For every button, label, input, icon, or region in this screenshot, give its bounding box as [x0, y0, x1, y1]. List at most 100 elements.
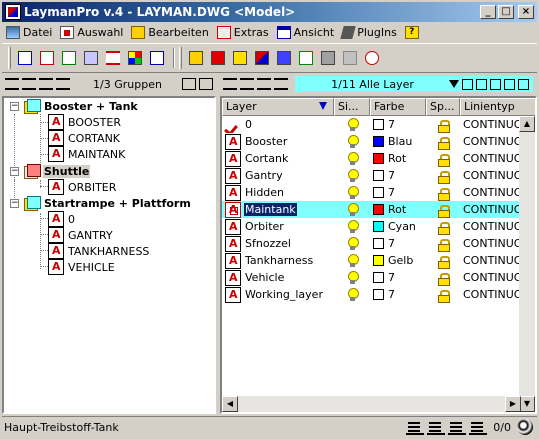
lock-cell[interactable]: [426, 133, 460, 150]
layer-folder-icon[interactable]: [476, 78, 487, 90]
lock-cell[interactable]: [426, 235, 460, 252]
select-layers-button[interactable]: [15, 48, 35, 68]
scroll-left-button[interactable]: ◀: [222, 396, 238, 412]
tree-layer-maintank[interactable]: MAINTANK: [48, 146, 126, 162]
menu-auswahl[interactable]: Auswahl: [56, 24, 127, 41]
menu-bearbeiten[interactable]: Bearbeiten: [127, 24, 212, 41]
minimize-button[interactable]: _: [480, 5, 496, 19]
visibility-cell[interactable]: [334, 201, 370, 218]
table-row[interactable]: Hidden7CONTINUOUS: [222, 184, 535, 201]
color-cell[interactable]: 7: [370, 184, 426, 201]
maximize-button[interactable]: □: [498, 5, 514, 19]
redo-icon[interactable]: [469, 419, 488, 435]
color-cell[interactable]: Rot: [370, 150, 426, 167]
col-layer[interactable]: Layer: [222, 98, 334, 116]
layer-yellow-button[interactable]: [230, 48, 250, 68]
layer-name-cell[interactable]: Hidden: [222, 184, 334, 201]
lock-cell[interactable]: [426, 269, 460, 286]
lock-cell[interactable]: [426, 286, 460, 303]
color-cell[interactable]: Blau: [370, 133, 426, 150]
scroll-right-button[interactable]: ▶: [505, 396, 521, 412]
layer-name-cell[interactable]: Gantry: [222, 167, 334, 184]
visibility-cell[interactable]: [334, 218, 370, 235]
layer-name-cell[interactable]: Working_layer: [222, 286, 334, 303]
grid-view-icon[interactable]: [490, 78, 501, 90]
color-cell[interactable]: Rot: [370, 201, 426, 218]
expander-shuttle[interactable]: −: [10, 167, 19, 176]
lock-cell[interactable]: [426, 252, 460, 269]
uncheck-list-icon[interactable]: [39, 78, 53, 90]
color-cell[interactable]: 7: [370, 167, 426, 184]
table-row[interactable]: MaintankRotCONTINUOUS: [222, 201, 535, 218]
tree-layer-0[interactable]: 0: [48, 211, 76, 227]
scroll-down-button[interactable]: ▼: [519, 396, 535, 412]
table-row[interactable]: Sfnozzel7CONTINUOUS: [222, 235, 535, 252]
layer-name-cell[interactable]: Maintank: [222, 201, 334, 218]
layer-stack-button[interactable]: [252, 48, 272, 68]
visibility-cell[interactable]: [334, 184, 370, 201]
tree-layer-cortank[interactable]: CORTANK: [48, 130, 121, 146]
layer-name-cell[interactable]: Sfnozzel: [222, 235, 334, 252]
grid-filter-icon[interactable]: [504, 78, 515, 90]
horizontal-scrollbar[interactable]: ◀ ▶: [222, 396, 521, 412]
menu-datei[interactable]: Datei: [2, 24, 56, 41]
table-row[interactable]: BoosterBlauCONTINUOUS: [222, 133, 535, 150]
layer-merge-button[interactable]: [296, 48, 316, 68]
layer-walk-button[interactable]: [362, 48, 382, 68]
lock-select-button[interactable]: [81, 48, 101, 68]
tree-group-startrampe[interactable]: Startrampe + Plattform: [24, 195, 192, 211]
tree-layer-gantry[interactable]: GANTRY: [48, 227, 114, 243]
tree-layer-vehicle[interactable]: VEHICLE: [48, 259, 116, 275]
toolbar-grip[interactable]: [8, 47, 11, 69]
copy-button[interactable]: [147, 48, 167, 68]
layer-list-icon[interactable]: [406, 419, 425, 435]
col-color[interactable]: Farbe: [370, 98, 426, 116]
menu-ansicht[interactable]: Ansicht: [273, 24, 339, 41]
group-folder-icon[interactable]: [199, 78, 213, 90]
visibility-cell[interactable]: [334, 150, 370, 167]
visibility-cell[interactable]: [334, 269, 370, 286]
app-status-icon[interactable]: [517, 419, 533, 435]
layer-name-cell[interactable]: 0: [222, 116, 334, 133]
menu-plugins[interactable]: PlugIns: [338, 24, 401, 41]
table-row[interactable]: TankharnessGelbCONTINUOUS: [222, 252, 535, 269]
lock-layers-icon[interactable]: [462, 78, 473, 90]
filter-list-icon[interactable]: [223, 78, 237, 90]
color-cell[interactable]: 7: [370, 286, 426, 303]
lock-cell[interactable]: [426, 184, 460, 201]
layer-delete-button[interactable]: [340, 48, 360, 68]
layer-props-button[interactable]: [186, 48, 206, 68]
tree-view-icon[interactable]: [182, 78, 196, 90]
layer-filter-button[interactable]: [318, 48, 338, 68]
table-row[interactable]: Vehicle7CONTINUOUS: [222, 269, 535, 286]
tree-layer-orbiter[interactable]: ORBITER: [48, 179, 117, 195]
col-visible[interactable]: Si...: [334, 98, 370, 116]
checklist-icon[interactable]: [240, 78, 254, 90]
col-lock[interactable]: Sp...: [426, 98, 460, 116]
uncheck-list-icon[interactable]: [257, 78, 271, 90]
menu-help[interactable]: ?: [401, 24, 426, 41]
select-remove-button[interactable]: [59, 48, 79, 68]
stack-icon[interactable]: [448, 419, 467, 435]
layer-table[interactable]: Layer Si... Farbe Sp... Linientyp 0 7 CONT…: [220, 96, 537, 414]
checklist-icon[interactable]: [22, 78, 36, 90]
color-cell[interactable]: Cyan: [370, 218, 426, 235]
visibility-cell[interactable]: [334, 252, 370, 269]
layer-name-cell[interactable]: Booster: [222, 133, 334, 150]
lock-cell[interactable]: [426, 167, 460, 184]
app-icon[interactable]: [5, 4, 21, 20]
undo-icon[interactable]: [427, 419, 446, 435]
tree-layer-tankharness[interactable]: TANKHARNESS: [48, 243, 150, 259]
table-row[interactable]: Gantry7CONTINUOUS: [222, 167, 535, 184]
expander-startrampe[interactable]: −: [10, 199, 19, 208]
color-cell[interactable]: 7: [370, 116, 426, 133]
layer-blue-button[interactable]: [274, 48, 294, 68]
visibility-cell[interactable]: [334, 235, 370, 252]
select-add-button[interactable]: [37, 48, 57, 68]
linetype-button[interactable]: [103, 48, 123, 68]
color-cell[interactable]: 7: [370, 269, 426, 286]
layer-red-button[interactable]: [208, 48, 228, 68]
filter-list-icon[interactable]: [5, 78, 19, 90]
expander-booster-tank[interactable]: −: [10, 102, 19, 111]
tree-layer-booster[interactable]: BOOSTER: [48, 114, 122, 130]
